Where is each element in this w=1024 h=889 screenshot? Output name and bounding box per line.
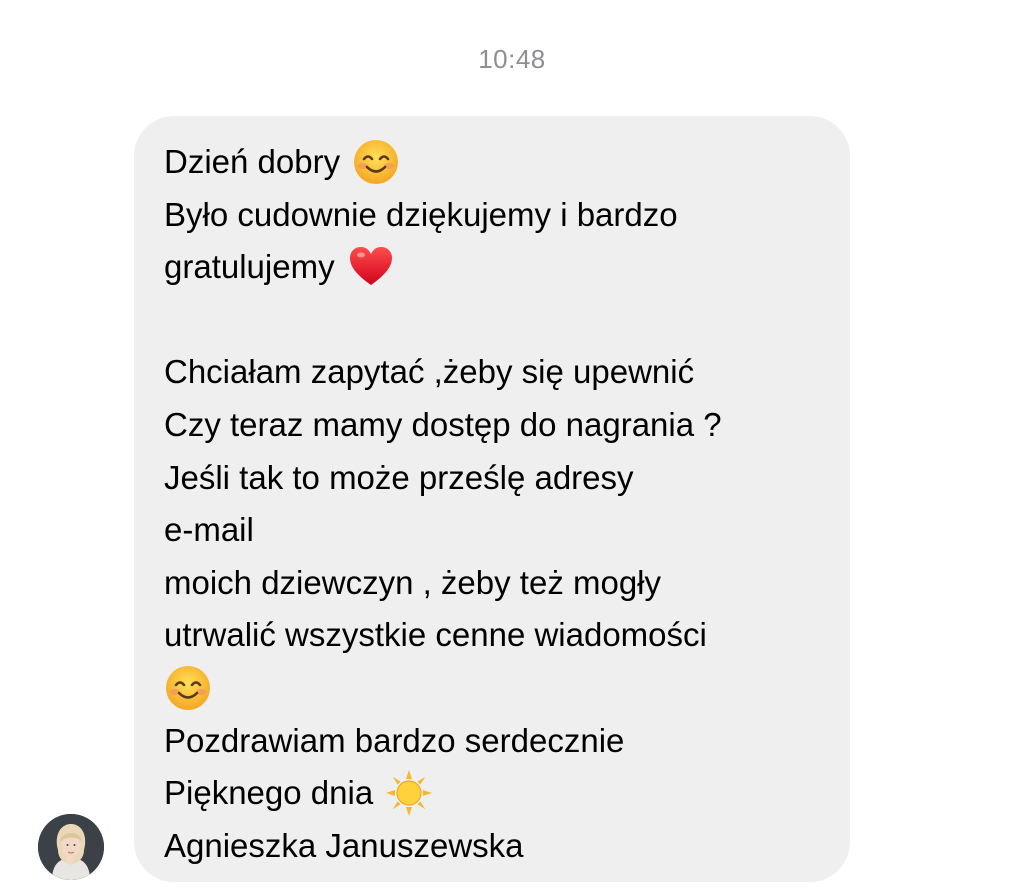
message-line-text: Pozdrawiam bardzo serdecznie [164,721,625,759]
message-line-text: Pięknego dnia [164,774,374,812]
message-line-text: Jeśli tak to może prześlę adresy [164,458,634,496]
smiling-face-icon [352,138,400,186]
avatar-photo [38,814,104,880]
message-line-text: e-mail [164,511,254,549]
message-line-text: Agnieszka Januszewska [164,826,524,864]
sun-icon [385,769,433,817]
sender-avatar[interactable] [38,814,104,880]
message-timestamp: 10:48 [478,44,546,74]
message-line: Pięknego dnia [164,767,824,820]
message-line: gratulujemy [164,241,824,294]
message-line-text: Było cudownie dziękujemy i bardzo [164,195,678,233]
red-heart-icon [347,243,395,291]
message-line: Czy teraz mamy dostęp do nagrania ? [164,399,824,452]
message-line: e-mail [164,504,824,557]
message-line: Było cudownie dziękujemy i bardzo [164,189,824,242]
message-line: moich dziewczyn , żeby też mogły [164,557,824,610]
message-line: Chciałam zapytać ,żeby się upewnić [164,346,824,399]
message-line: Dzień dobry [164,136,824,189]
message-line-text: Dzień dobry [164,143,341,180]
message-line: Jeśli tak to może prześlę adresy [164,452,824,505]
message-line-text: gratulujemy [164,248,335,286]
message-line-text: Chciałam zapytać ,żeby się upewnić [164,353,695,391]
message-line-text: Czy teraz mamy dostęp do nagrania ? [164,405,722,443]
message-line: Agnieszka Januszewska [164,820,824,873]
message-line-blank [164,294,824,347]
message-line: utrwalić wszystkie cenne wiadomości [164,609,824,662]
message-bubble[interactable]: Dzień dobry Było cudownie dziękujemy i b… [134,116,850,882]
message-line-text: moich dziewczyn , żeby też mogły [164,563,662,601]
message-line [164,662,824,715]
smiling-face-icon [164,664,212,712]
message-line-text: utrwalić wszystkie cenne wiadomości [164,616,707,654]
message-line: Pozdrawiam bardzo serdecznie [164,715,824,768]
